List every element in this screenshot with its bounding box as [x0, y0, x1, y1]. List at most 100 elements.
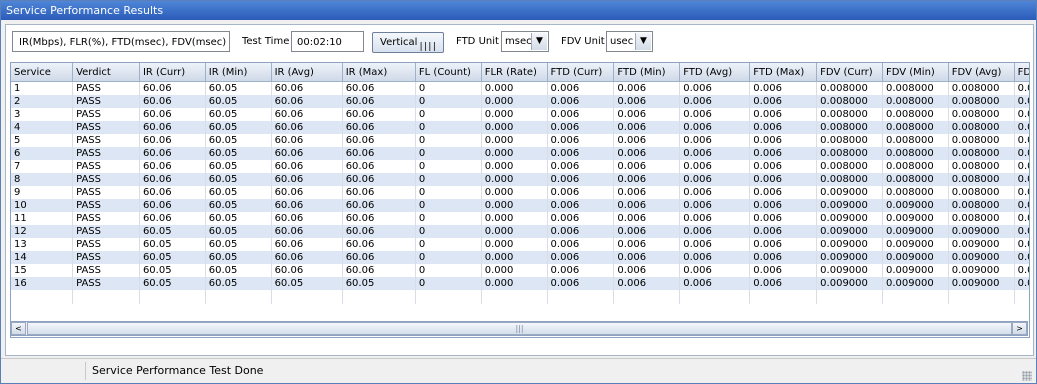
table-cell: 0.006 [679, 251, 751, 264]
table-cell: 0.006 [679, 186, 751, 199]
column-header[interactable]: Verdict [72, 63, 140, 82]
column-header[interactable]: FLR (Rate) [481, 63, 548, 82]
table-cell: 10 [11, 199, 74, 212]
table-cell: 0.006 [547, 225, 615, 238]
table-row[interactable]: 2 PASS 60.06 60.05 60.06 60.06 0 0.000 0.006 0.00… [11, 95, 1029, 108]
column-header[interactable]: IR (Avg) [271, 63, 343, 82]
results-panel: IR(Mbps), FLR(%), FTD(msec), FDV(msec) T… [5, 24, 1034, 356]
table-cell: 0.009000 [948, 264, 1015, 277]
table-row[interactable]: 1 PASS 60.06 60.05 60.06 60.06 0 0.000 0.006 0.00… [11, 81, 1029, 95]
chevron-down-icon[interactable]: ▼ [531, 33, 547, 50]
table-cell: PASS [72, 277, 140, 290]
fdv-unit-select[interactable]: usec ▼ [606, 31, 653, 52]
table-cell: 0.008000 [948, 147, 1015, 160]
table-row[interactable]: 5 PASS 60.06 60.05 60.06 60.06 0 0.000 0.006 0.00… [11, 134, 1029, 147]
table-cell: 0 [415, 108, 482, 121]
table-cell: 60.06 [139, 108, 206, 121]
table-cell: 0.006 [679, 95, 751, 108]
table-cell: 0.009000 [816, 238, 883, 251]
table-cell: 0.006 [679, 108, 751, 121]
table-row[interactable]: 15 PASS 60.05 60.05 60.06 60.06 0 0.000 0.006 0.0… [11, 264, 1029, 277]
table-cell: 0.006 [547, 121, 615, 134]
table-row[interactable]: 16 PASS 60.05 60.05 60.05 60.05 0 0.000 0.006 0.0… [11, 277, 1029, 290]
column-header[interactable]: FTD (Max) [749, 63, 818, 82]
column-header[interactable]: FTD (Curr) [547, 63, 615, 82]
column-header[interactable]: IR (Min) [205, 63, 272, 82]
table-cell: 0 [415, 147, 482, 160]
table-cell: 60.05 [139, 225, 206, 238]
table-cell: 7 [11, 160, 74, 173]
results-grid[interactable]: Service Verdict IR (Curr) IR (Min) IR (Avg) I… [10, 62, 1030, 338]
table-cell: 11 [11, 212, 74, 225]
table-header-row: Service Verdict IR (Curr) IR (Min) IR (Avg) I… [11, 63, 1029, 82]
table-cell: 60.05 [205, 264, 272, 277]
column-header[interactable]: Service [11, 63, 74, 82]
table-row[interactable]: 12 PASS 60.05 60.05 60.06 60.06 0 0.000 0.006 0.0… [11, 225, 1029, 238]
column-header[interactable]: FDV (Curr) [816, 63, 883, 82]
table-cell: 0.006 [749, 95, 818, 108]
table-cell: 60.06 [342, 108, 416, 121]
scroll-left-icon[interactable]: < [11, 322, 26, 335]
column-header[interactable]: FTD (Avg) [679, 63, 751, 82]
table-cell: 0.008000 [816, 134, 883, 147]
ftd-unit-select[interactable]: msec ▼ [501, 31, 549, 52]
horizontal-scrollbar[interactable]: < ||| > [10, 321, 1028, 336]
table-cell: 0.000 [481, 199, 548, 212]
table-row[interactable]: 14 PASS 60.05 60.05 60.06 60.06 0 0.000 0.006 0.0… [11, 251, 1029, 264]
table-cell: 0.008000 [882, 134, 949, 147]
table-cell: 60.06 [342, 186, 416, 199]
table-cell: 6 [11, 147, 74, 160]
table-cell: 0.008000 [948, 95, 1015, 108]
table-row[interactable]: 7 PASS 60.06 60.05 60.06 60.06 0 0.000 0.006 0.00… [11, 160, 1029, 173]
table-cell: PASS [72, 147, 140, 160]
column-header[interactable]: IR (Curr) [139, 63, 206, 82]
table-cell: 0.009000 [882, 199, 949, 212]
toolbar: IR(Mbps), FLR(%), FTD(msec), FDV(msec) T… [10, 30, 1030, 54]
vertical-button[interactable]: Vertical |||| [372, 32, 444, 53]
empty-cell [139, 290, 206, 304]
table-row[interactable]: 9 PASS 60.06 60.05 60.06 60.06 0 0.000 0.006 0.00… [11, 186, 1029, 199]
table-row[interactable]: 3 PASS 60.06 60.05 60.06 60.06 0 0.000 0.006 0.00… [11, 108, 1029, 121]
table-cell: 0.048000 [1014, 264, 1029, 277]
table-cell: PASS [72, 108, 140, 121]
table-row[interactable]: 6 PASS 60.06 60.05 60.06 60.06 0 0.000 0.006 0.00… [11, 147, 1029, 160]
table-cell: 0.006 [679, 81, 751, 95]
resize-grip-icon[interactable] [1022, 371, 1032, 381]
table-cell: 60.06 [342, 199, 416, 212]
column-header[interactable]: FTD (Min) [613, 63, 681, 82]
table-cell: PASS [72, 238, 140, 251]
table-cell: 0.009000 [948, 238, 1015, 251]
table-row[interactable]: 13 PASS 60.05 60.05 60.06 60.06 0 0.000 0.006 0.0… [11, 238, 1029, 251]
scroll-right-icon[interactable]: > [1012, 322, 1027, 335]
column-header[interactable]: FDV (Min) [882, 63, 949, 82]
table-cell: 0.008000 [816, 147, 883, 160]
chevron-down-icon[interactable]: ▼ [635, 33, 651, 50]
table-cell: 0.048000 [1014, 251, 1029, 264]
column-header[interactable]: FL (Count) [415, 63, 482, 82]
table-cell: 0.006 [679, 121, 751, 134]
table-cell: 60.05 [139, 264, 206, 277]
table-row[interactable]: 11 PASS 60.06 60.05 60.06 60.06 0 0.000 0.006 0.0… [11, 212, 1029, 225]
empty-cell [415, 290, 482, 304]
table-cell: 0.008000 [816, 173, 883, 186]
table-row[interactable]: 8 PASS 60.06 60.05 60.06 60.06 0 0.000 0.006 0.00… [11, 173, 1029, 186]
table-cell: 0.008000 [948, 160, 1015, 173]
table-row[interactable]: 10 PASS 60.06 60.05 60.06 60.06 0 0.000 0.006 0.0… [11, 199, 1029, 212]
table-cell: 60.05 [139, 238, 206, 251]
table-cell: PASS [72, 173, 140, 186]
table-cell: 0.006 [679, 264, 751, 277]
table-cell: 60.06 [271, 212, 343, 225]
column-header[interactable]: IR (Max) [342, 63, 416, 82]
column-header[interactable]: FDV (Avg) [948, 63, 1015, 82]
table-cell: 0.006 [547, 160, 615, 173]
table-cell: 0.008000 [882, 121, 949, 134]
table-cell: 0.006 [749, 264, 818, 277]
scrollbar-thumb[interactable]: ||| [27, 322, 1012, 335]
table-row[interactable]: 4 PASS 60.06 60.05 60.06 60.06 0 0.000 0.006 0.00… [11, 121, 1029, 134]
table-cell: 0.009000 [816, 186, 883, 199]
table-cell: 0.006 [547, 81, 615, 95]
column-header[interactable]: FDV (Max) [1014, 63, 1029, 82]
table-cell: PASS [72, 186, 140, 199]
table-cell: 0.006 [613, 134, 681, 147]
table-cell: 60.05 [205, 108, 272, 121]
